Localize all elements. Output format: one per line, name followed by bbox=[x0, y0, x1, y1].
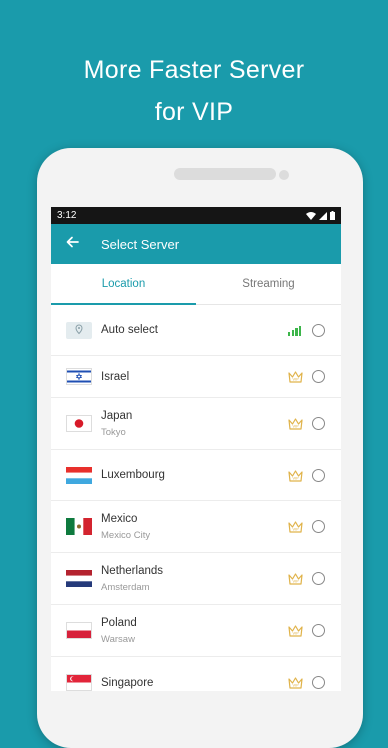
svg-text:VIP: VIP bbox=[292, 631, 299, 636]
wifi-icon bbox=[306, 211, 316, 220]
promo-subheadline: for VIP bbox=[154, 98, 234, 126]
select-radio[interactable] bbox=[312, 572, 325, 585]
israel-flag-icon bbox=[66, 368, 92, 385]
svg-text:VIP: VIP bbox=[292, 527, 299, 532]
promo-headline: More Faster Server bbox=[83, 56, 305, 84]
tab-streaming[interactable]: Streaming bbox=[196, 264, 341, 304]
svg-text:VIP: VIP bbox=[292, 424, 299, 429]
cell-signal-icon bbox=[319, 211, 327, 220]
luxembourg-flag-icon bbox=[66, 466, 92, 484]
server-row-japan[interactable]: Japan Tokyo VIP bbox=[51, 398, 341, 450]
phone-screen: 3:12 Select Server Location Streaming Au… bbox=[51, 207, 341, 691]
server-row-poland[interactable]: Poland Warsaw VIP bbox=[51, 605, 341, 657]
select-radio[interactable] bbox=[312, 417, 325, 430]
poland-flag-icon bbox=[66, 622, 92, 639]
status-bar: 3:12 bbox=[51, 207, 341, 224]
app-bar: Select Server bbox=[51, 224, 341, 264]
server-row-singapore[interactable]: Singapore VIP bbox=[51, 657, 341, 691]
phone-camera bbox=[279, 170, 289, 180]
vip-crown-icon: VIP bbox=[288, 469, 303, 482]
svg-text:VIP: VIP bbox=[292, 683, 299, 688]
status-time: 3:12 bbox=[57, 210, 77, 221]
svg-text:VIP: VIP bbox=[292, 377, 299, 382]
select-radio[interactable] bbox=[312, 520, 325, 533]
vip-crown-icon: VIP bbox=[288, 573, 303, 585]
battery-icon bbox=[330, 211, 335, 220]
server-row-mexico[interactable]: Mexico Mexico City VIP bbox=[51, 501, 341, 553]
svg-text:VIP: VIP bbox=[292, 579, 299, 584]
signal-strength-icon bbox=[288, 325, 303, 336]
tab-location[interactable]: Location bbox=[51, 264, 196, 304]
vip-crown-icon: VIP bbox=[288, 521, 303, 533]
singapore-flag-icon bbox=[66, 674, 92, 691]
netherlands-flag-icon bbox=[66, 570, 92, 587]
server-list: Auto select Israel VIP Japan Tokyo VIP L… bbox=[51, 305, 341, 691]
select-radio[interactable] bbox=[312, 468, 325, 482]
select-radio[interactable] bbox=[312, 676, 325, 689]
phone-speaker bbox=[174, 168, 276, 180]
vip-crown-icon: VIP bbox=[288, 418, 303, 430]
server-row-israel[interactable]: Israel VIP bbox=[51, 356, 341, 398]
japan-flag-icon bbox=[66, 415, 92, 432]
select-radio[interactable] bbox=[312, 370, 325, 383]
page-title: Select Server bbox=[101, 236, 180, 252]
vip-crown-icon: VIP bbox=[288, 677, 303, 689]
select-radio[interactable] bbox=[312, 323, 325, 337]
select-radio[interactable] bbox=[312, 624, 325, 637]
tab-bar: Location Streaming bbox=[51, 264, 341, 305]
mexico-flag-icon bbox=[66, 518, 92, 535]
server-row-luxembourg[interactable]: Luxembourg VIP bbox=[51, 450, 341, 501]
server-row-auto-select[interactable]: Auto select bbox=[51, 305, 341, 356]
vip-crown-icon: VIP bbox=[288, 371, 303, 383]
svg-text:VIP: VIP bbox=[292, 475, 299, 480]
server-row-netherlands[interactable]: Netherlands Amsterdam VIP bbox=[51, 553, 341, 605]
back-arrow-icon[interactable] bbox=[53, 235, 91, 253]
location-pin-icon bbox=[66, 321, 92, 339]
vip-crown-icon: VIP bbox=[288, 625, 303, 637]
